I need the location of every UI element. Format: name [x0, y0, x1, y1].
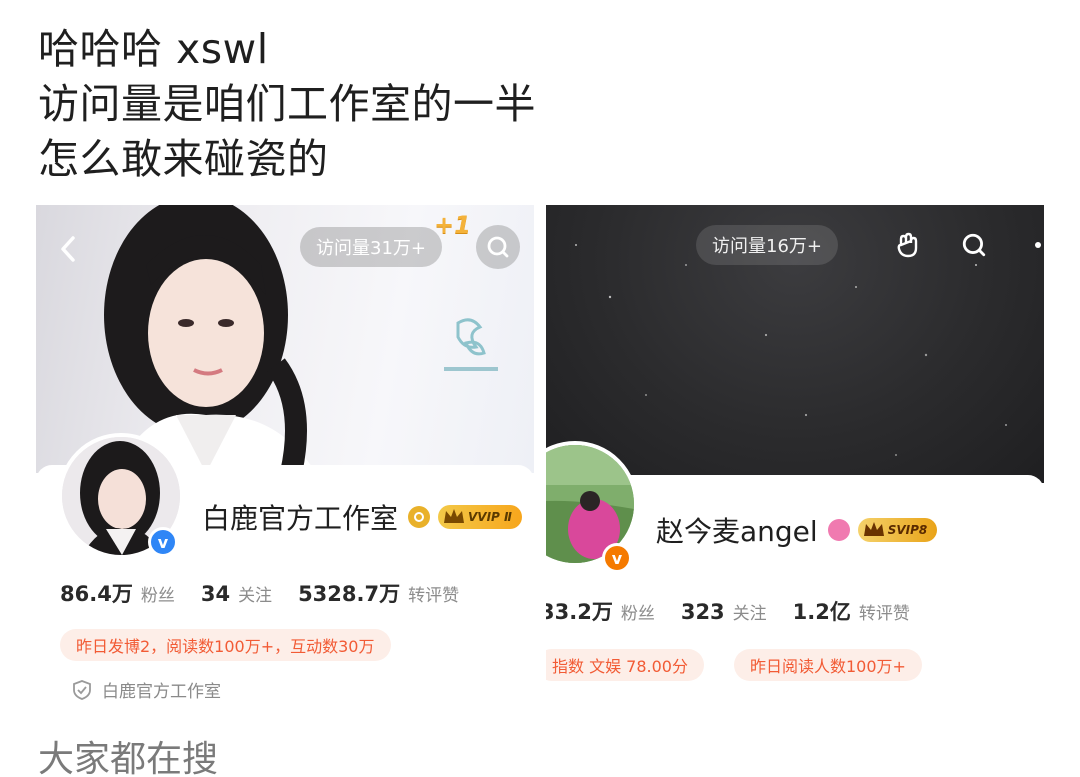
trending-searches-heading: 大家都在搜 — [38, 739, 219, 777]
gold-verified-icon — [408, 506, 431, 528]
interactions-label: 转评赞 — [408, 586, 460, 606]
profile-stats: 86.4万 粉丝 34 关注 5328.7万 转评赞 — [60, 578, 485, 608]
post-line-3: 怎么敢来碰瓷的 — [38, 135, 329, 183]
svip-badge[interactable]: SVIP8 — [857, 518, 938, 542]
studio-watermark-logo — [444, 318, 498, 371]
following-count[interactable]: 34 — [201, 582, 230, 606]
fan-club-button[interactable] — [886, 223, 930, 267]
pink-verified-icon — [827, 519, 850, 541]
right-profile-screenshot: 访问量16万+ v 赵今麦angel SVIP8 33.2万 粉丝 323 关注… — [546, 205, 1044, 715]
fans-count[interactable]: 33.2万 — [546, 596, 613, 626]
post-line-1: 哈哈哈 xswl — [38, 25, 269, 73]
interactions-count[interactable]: 5328.7万 — [298, 578, 400, 608]
following-label: 关注 — [238, 586, 273, 606]
studio-link-label: 白鹿官方工作室 — [102, 682, 221, 702]
search-icon — [487, 236, 509, 258]
visits-pill[interactable]: 访问量16万+ — [696, 225, 838, 265]
back-button[interactable] — [46, 227, 90, 271]
following-count[interactable]: 323 — [681, 600, 725, 624]
visits-label: 访问量16万+ — [712, 236, 822, 257]
profile-cover: 访问量16万+ — [546, 205, 1044, 483]
post-line-2: 访问量是咱们工作室的一半 — [38, 80, 536, 128]
index-tag[interactable]: 指数 文娱 78.00分 — [546, 649, 704, 681]
left-profile-screenshot: 访问量31万+ +1 v 白鹿官方工作室 VVIP Ⅱ 86.4万 粉丝 34 … — [36, 205, 534, 715]
crown-icon — [444, 509, 465, 523]
fans-label: 粉丝 — [140, 586, 175, 606]
profile-stats: 33.2万 粉丝 323 关注 1.2亿 转评赞 — [546, 596, 936, 626]
vip-badge[interactable]: VVIP Ⅱ — [438, 505, 522, 529]
studio-link[interactable]: 白鹿官方工作室 — [72, 677, 221, 702]
fans-count[interactable]: 86.4万 — [60, 578, 133, 608]
readers-tag[interactable]: 昨日阅读人数100万+ — [734, 649, 922, 681]
name-row: 赵今麦angel SVIP8 — [656, 510, 938, 550]
profile-name: 赵今麦angel — [656, 515, 818, 548]
following-label: 关注 — [732, 604, 767, 624]
name-row: 白鹿官方工作室 VVIP Ⅱ — [202, 497, 522, 537]
fans-label: 粉丝 — [620, 604, 655, 624]
shield-icon — [73, 679, 91, 700]
search-button[interactable] — [952, 223, 996, 267]
visits-pill[interactable]: 访问量31万+ — [300, 227, 442, 267]
plus-one-badge: +1 — [434, 211, 471, 239]
search-button[interactable] — [476, 225, 520, 269]
crown-icon — [863, 522, 884, 536]
back-icon — [61, 236, 75, 262]
post-text: 哈哈哈 xswl 访问量是咱们工作室的一半 怎么敢来碰瓷的 — [38, 22, 536, 187]
activity-tag[interactable]: 昨日发博2，阅读数100万+，互动数30万 — [60, 629, 391, 661]
verified-badge: v — [602, 543, 632, 573]
visits-label: 访问量31万+ — [316, 238, 426, 259]
vip-label: SVIP8 — [887, 523, 928, 537]
interactions-count[interactable]: 1.2亿 — [793, 596, 851, 626]
profile-name: 白鹿官方工作室 — [202, 502, 399, 535]
more-icon — [1035, 242, 1041, 248]
vip-label: VVIP Ⅱ — [468, 510, 512, 524]
interactions-label: 转评赞 — [858, 604, 910, 624]
verified-badge: v — [148, 527, 178, 557]
search-icon — [962, 233, 986, 257]
hand-icon — [897, 232, 918, 258]
